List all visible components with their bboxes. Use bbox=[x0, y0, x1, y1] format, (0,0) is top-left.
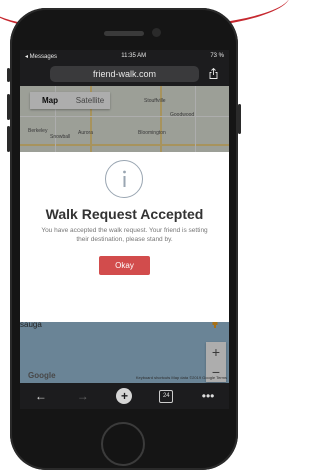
share-icon[interactable] bbox=[209, 68, 218, 79]
time-text: 11:35 AM bbox=[121, 53, 147, 59]
browser-toolbar: ← → + 24 ••• bbox=[20, 383, 229, 409]
mute-switch bbox=[7, 68, 10, 82]
walk-accepted-dialog: Walk Request Accepted You have accepted … bbox=[20, 152, 229, 322]
battery-text: 73 % bbox=[210, 53, 224, 59]
carrier-text: ◂ Messages bbox=[25, 53, 58, 60]
new-tab-button[interactable]: + bbox=[114, 386, 134, 406]
browser-url-bar: friend-walk.com bbox=[20, 62, 229, 86]
speaker-grille bbox=[104, 31, 144, 36]
volume-up-button bbox=[7, 94, 10, 120]
forward-icon[interactable]: → bbox=[73, 386, 93, 406]
dialog-title: Walk Request Accepted bbox=[45, 206, 204, 222]
info-glyph-icon bbox=[122, 170, 126, 187]
info-icon bbox=[105, 160, 143, 198]
status-bar: ◂ Messages 11:35 AM 73 % bbox=[20, 50, 229, 62]
dialog-message: You have accepted the walk request. Your… bbox=[41, 227, 208, 243]
plus-icon: + bbox=[116, 388, 133, 404]
tabs-button[interactable]: 24 bbox=[156, 386, 176, 406]
home-button[interactable] bbox=[101, 422, 145, 466]
back-icon[interactable]: ← bbox=[31, 386, 51, 406]
url-field[interactable]: friend-walk.com bbox=[50, 66, 199, 82]
okay-button[interactable]: Okay bbox=[99, 256, 150, 275]
power-button bbox=[238, 104, 241, 134]
front-camera bbox=[152, 28, 161, 37]
more-menu-icon[interactable]: ••• bbox=[198, 386, 218, 406]
volume-down-button bbox=[7, 126, 10, 152]
phone-screen: ◂ Messages 11:35 AM 73 % friend-walk.com… bbox=[20, 50, 229, 409]
tabs-count: 24 bbox=[159, 389, 174, 403]
